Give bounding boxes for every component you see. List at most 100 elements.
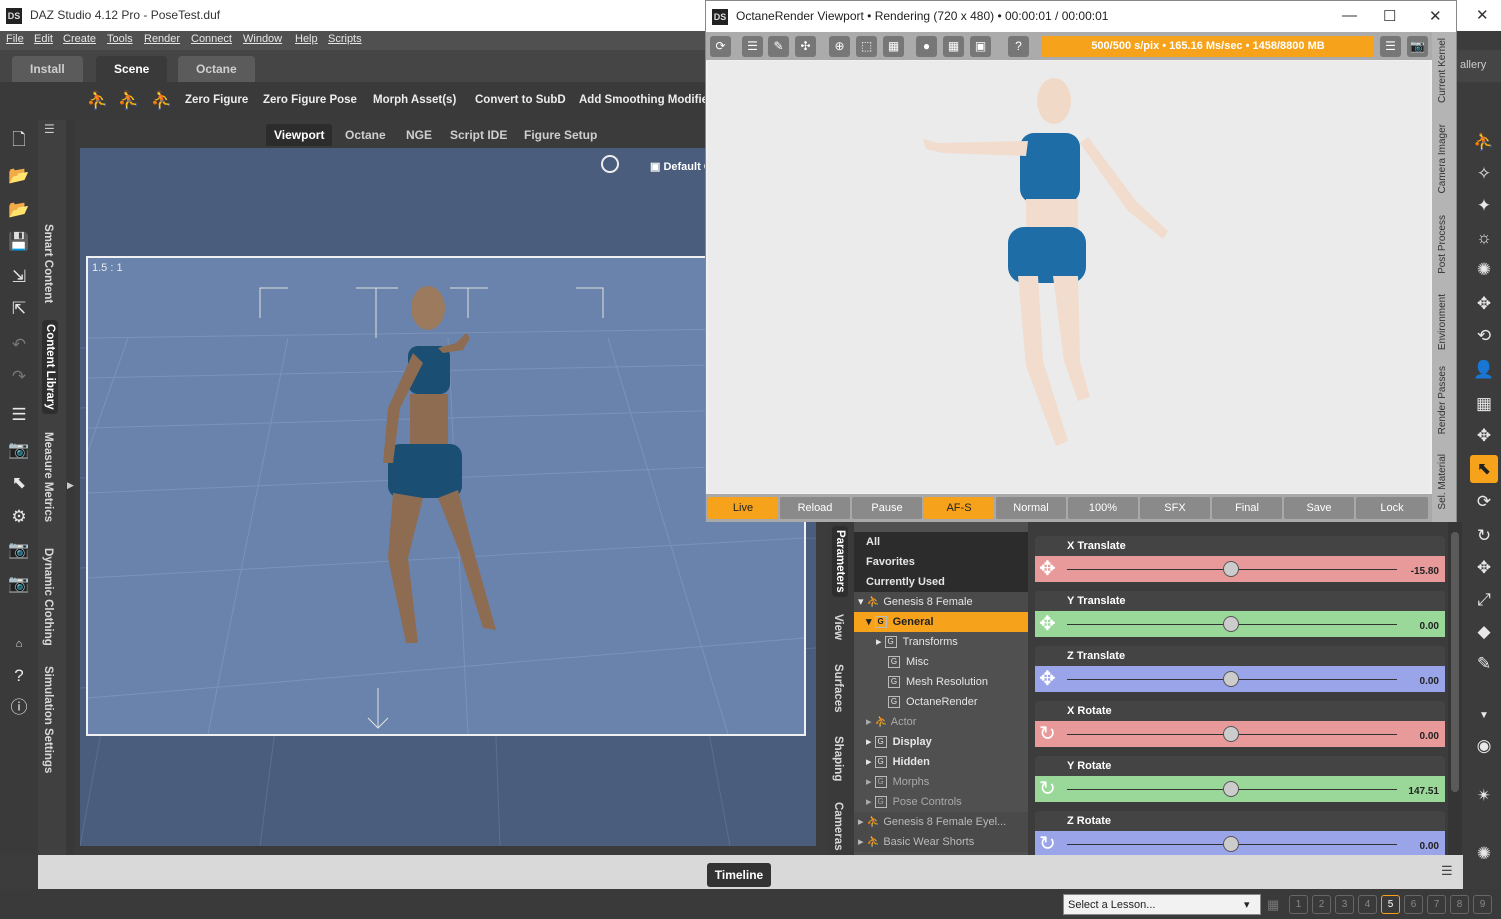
parameters-scrollbar[interactable]: [1448, 522, 1462, 855]
record-icon[interactable]: ●: [916, 36, 937, 57]
slider-knob[interactable]: [1223, 671, 1239, 687]
slider-knob[interactable]: [1223, 561, 1239, 577]
slider-value[interactable]: 0.00: [1420, 621, 1439, 632]
camera-orbit-icon[interactable]: ◉: [1470, 732, 1498, 760]
tab-environment[interactable]: Environment: [1437, 294, 1448, 350]
tool-icon[interactable]: ✎: [768, 36, 789, 57]
af-s-button[interactable]: AF-S: [924, 497, 994, 519]
pause-button[interactable]: Pause: [852, 497, 922, 519]
tree-currently-used[interactable]: Currently Used: [854, 572, 1028, 592]
tab-octane-view[interactable]: Octane: [337, 124, 394, 146]
y-rotate-slider[interactable]: Y Rotate ↻ 147.51: [1035, 756, 1445, 806]
scroll-thumb[interactable]: [1451, 532, 1459, 792]
tab-view[interactable]: View: [832, 614, 844, 640]
tab-install[interactable]: Install: [12, 56, 83, 82]
timeline-tab[interactable]: Timeline: [707, 863, 771, 887]
page-9[interactable]: 9: [1473, 895, 1492, 914]
pointer-tool-icon[interactable]: ⬉: [1470, 455, 1498, 483]
menu-edit[interactable]: Edit: [34, 33, 53, 45]
geometry-icon[interactable]: ✴: [1470, 782, 1498, 810]
add-smoothing-button[interactable]: Add Smoothing Modifie: [579, 94, 708, 106]
tab-smart-content[interactable]: Smart Content: [42, 224, 54, 303]
new-file-icon[interactable]: 🗋: [5, 126, 33, 154]
tree-morphs[interactable]: ▸ G Morphs: [854, 772, 1028, 792]
menu-connect[interactable]: Connect: [191, 33, 232, 45]
help-icon-octane[interactable]: ?: [1008, 36, 1029, 57]
slider-track[interactable]: ✥ -15.80: [1035, 556, 1445, 582]
slider-value[interactable]: -15.80: [1411, 566, 1439, 577]
octane-render-output[interactable]: [708, 61, 1430, 493]
point-light-icon[interactable]: ✺: [1470, 256, 1498, 284]
tree-hidden[interactable]: ▸ G Hidden: [854, 752, 1028, 772]
menu-icon[interactable]: ☰: [1380, 36, 1401, 57]
page-5[interactable]: 5: [1381, 895, 1400, 914]
undo-icon[interactable]: ↶: [5, 331, 33, 359]
node-icon[interactable]: ✣: [795, 36, 816, 57]
maximize-icon[interactable]: ☐: [1383, 7, 1396, 25]
slider-track[interactable]: ✥ 0.00: [1035, 666, 1445, 692]
tree-actor[interactable]: ▸ ⛹ Actor: [854, 712, 1028, 732]
tab-measure-metrics[interactable]: Measure Metrics: [42, 432, 54, 522]
tab-current-kernel[interactable]: Current Kernel: [1437, 38, 1448, 103]
tree-all[interactable]: All: [854, 532, 1028, 552]
settings-list-icon[interactable]: ☰: [742, 36, 763, 57]
tab-simulation-settings[interactable]: Simulation Settings: [42, 666, 54, 773]
tree-general[interactable]: ▾ G General: [854, 612, 1028, 632]
translate-tool-icon[interactable]: ✥: [1470, 554, 1498, 582]
tree-genesis-eyelashes[interactable]: ▸ ⛹ Genesis 8 Female Eyel...: [854, 812, 1028, 832]
x-translate-slider[interactable]: X Translate ✥ -15.80: [1035, 536, 1445, 586]
timeline-menu-icon[interactable]: ☰: [1441, 863, 1459, 881]
refresh-icon[interactable]: ⟳: [710, 36, 731, 57]
tab-nge[interactable]: NGE: [398, 124, 440, 146]
save-icon[interactable]: 💾: [5, 228, 33, 256]
tab-octane[interactable]: Octane: [178, 56, 255, 82]
page-8[interactable]: 8: [1450, 895, 1469, 914]
scroll-down-icon[interactable]: ▼: [1470, 702, 1498, 730]
grid-icon[interactable]: ▦: [943, 36, 964, 57]
tab-dynamic-clothing[interactable]: Dynamic Clothing: [42, 548, 54, 646]
camera-icon[interactable]: 📷: [5, 570, 33, 598]
morph-assets-button[interactable]: Morph Asset(s): [373, 94, 456, 106]
tab-scene[interactable]: Scene: [96, 56, 168, 82]
zoom-dropdown[interactable]: 100%: [1068, 497, 1138, 519]
tree-octanerender[interactable]: G OctaneRender: [854, 692, 1028, 712]
tab-gallery-label[interactable]: allery: [1460, 59, 1486, 71]
redo-icon[interactable]: ↷: [5, 363, 33, 391]
spotlight-icon[interactable]: ✦: [1470, 192, 1498, 220]
zero-figure-pose-button[interactable]: Zero Figure Pose: [263, 94, 357, 106]
slider-value[interactable]: 0.00: [1420, 676, 1439, 687]
pen-tool-icon[interactable]: ✎: [1470, 650, 1498, 678]
tree-favorites[interactable]: Favorites: [854, 552, 1028, 572]
merge-folder-icon[interactable]: 📂: [5, 196, 33, 224]
zero-figure-button[interactable]: Zero Figure: [185, 94, 248, 106]
spin-icon[interactable]: ✺: [1470, 840, 1498, 868]
slider-value[interactable]: 0.00: [1420, 731, 1439, 742]
lesson-board-icon[interactable]: ▦: [1267, 897, 1279, 913]
tab-sel-material[interactable]: Sel. Material: [1437, 454, 1448, 510]
slider-knob[interactable]: [1223, 836, 1239, 852]
export-icon[interactable]: ⇱: [5, 295, 33, 323]
slider-knob[interactable]: [1223, 781, 1239, 797]
slider-value[interactable]: 0.00: [1420, 841, 1439, 852]
page-1[interactable]: 1: [1289, 895, 1308, 914]
tree-misc[interactable]: G Misc: [854, 652, 1028, 672]
page-4[interactable]: 4: [1358, 895, 1377, 914]
lesson-select[interactable]: Select a Lesson... ▾: [1063, 894, 1261, 915]
render-camera-icon[interactable]: 📷: [5, 436, 33, 464]
tab-shaping[interactable]: Shaping: [832, 736, 844, 781]
z-translate-slider[interactable]: Z Translate ✥ 0.00: [1035, 646, 1445, 696]
tab-content-library[interactable]: Content Library: [42, 320, 58, 414]
menu-tools[interactable]: Tools: [107, 33, 133, 45]
tree-genesis-8-female[interactable]: ▾ ⛹ Genesis 8 Female: [854, 592, 1028, 612]
menu-window[interactable]: Window: [243, 33, 282, 45]
focus-icon[interactable]: ⊕: [829, 36, 850, 57]
menu-file[interactable]: File: [6, 33, 24, 45]
menu-help[interactable]: Help: [295, 33, 318, 45]
slider-track[interactable]: ✥ 0.00: [1035, 611, 1445, 637]
layout-icon[interactable]: ▦: [883, 36, 904, 57]
tree-transforms[interactable]: ▸ G Transforms: [854, 632, 1028, 652]
tab-parameters[interactable]: Parameters: [832, 526, 848, 597]
tree-mesh-resolution[interactable]: G Mesh Resolution: [854, 672, 1028, 692]
tab-surfaces[interactable]: Surfaces: [832, 664, 844, 713]
tab-post-process[interactable]: Post Process: [1437, 215, 1448, 274]
